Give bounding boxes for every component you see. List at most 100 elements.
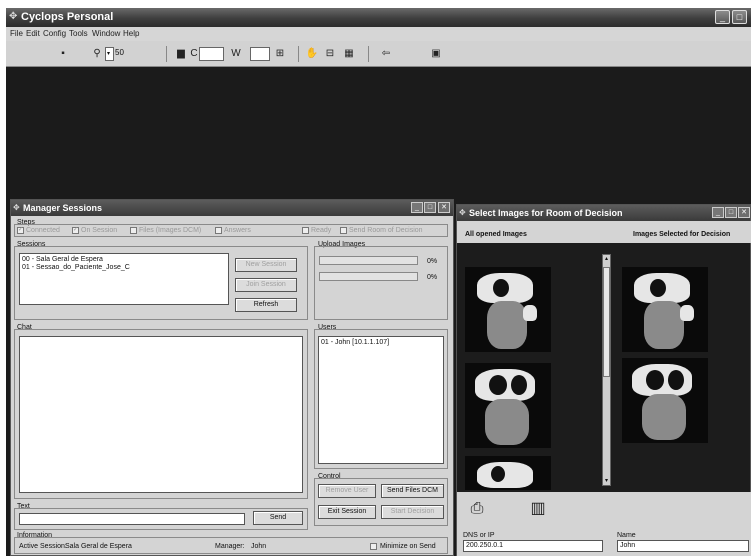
list-item[interactable]: 01 - John [10.1.1.107]: [321, 339, 389, 347]
refresh-button[interactable]: Refresh: [235, 298, 297, 312]
step-send-room: Send Room of Decision: [349, 227, 423, 234]
maximize-button[interactable]: □: [732, 10, 747, 24]
manager-name: John: [251, 543, 267, 550]
desktop-frame: ✥ Cyclops Personal _ □ File Edit Config …: [6, 8, 751, 556]
sessions-list[interactable]: 00 - Sala Geral de Espera 01 - Sessao_do…: [19, 253, 229, 305]
layout-icon[interactable]: ⊟: [322, 46, 338, 61]
opened-image-thumbnail[interactable]: [465, 363, 551, 448]
step-checkbox: [340, 227, 347, 234]
upload-percent: 0%: [427, 274, 438, 281]
menu-file[interactable]: File: [10, 29, 23, 39]
manager-label: Manager:: [215, 543, 245, 550]
users-list[interactable]: 01 - John [10.1.1.107]: [318, 336, 444, 464]
save-icon[interactable]: ▪: [56, 46, 70, 61]
toolbar-separator: [298, 46, 299, 62]
step-files: Files (Images DCM): [139, 227, 202, 234]
all-images-label: All opened Images: [465, 231, 527, 238]
active-session-value: Sala Geral de Espera: [65, 543, 132, 550]
select-title: Select Images for Room of Decision: [469, 208, 623, 218]
manager-title-bar: ✥ Manager Sessions _ □ ✕: [11, 200, 453, 216]
upload-progress-bar: [319, 272, 418, 281]
chat-area[interactable]: [19, 336, 303, 493]
toolbar-separator: [368, 46, 369, 62]
step-checkbox: ✓: [17, 227, 24, 234]
menu-config[interactable]: Config: [43, 29, 66, 39]
contrast-icon[interactable]: ▆: [174, 46, 188, 61]
send-button[interactable]: Send: [253, 511, 303, 525]
network-icon[interactable]: ▥: [527, 498, 549, 520]
zoom-value[interactable]: 50: [114, 47, 134, 61]
toolbar: ▪ ⚲ ▾ 50 ▆ C W ⊞ ✋ ⊟ ▦ ⇦ ▣: [6, 41, 751, 67]
upload-progress-bar: [319, 256, 418, 265]
message-input[interactable]: [19, 513, 245, 525]
images-scrollbar[interactable]: ▴ ▾: [602, 254, 611, 486]
step-checkbox: [215, 227, 222, 234]
image-icon[interactable]: ▣: [429, 46, 443, 61]
maximize-button[interactable]: □: [424, 202, 436, 213]
remove-user-button[interactable]: Remove User: [318, 484, 376, 498]
active-session-label: Active Session:: [19, 543, 67, 550]
minimize-button[interactable]: _: [715, 10, 730, 24]
select-title-bar: ✥ Select Images for Room of Decision _ □…: [457, 205, 750, 221]
back-icon[interactable]: ⇦: [379, 46, 393, 61]
close-button[interactable]: ✕: [438, 202, 450, 213]
step-checkbox: ✓: [72, 227, 79, 234]
selected-image-thumbnail[interactable]: [622, 358, 708, 443]
opened-image-thumbnail[interactable]: [465, 267, 551, 352]
menu-tools[interactable]: Tools: [69, 29, 88, 39]
send-images-icon[interactable]: ⎙: [466, 498, 488, 520]
w-input[interactable]: [250, 47, 270, 61]
scroll-down-icon[interactable]: ▾: [603, 477, 610, 485]
zoom-icon[interactable]: ⚲: [90, 46, 104, 61]
name-input[interactable]: John: [617, 540, 749, 552]
window-icon: ✥: [13, 203, 20, 212]
minimize-on-send-checkbox[interactable]: [370, 543, 377, 550]
opened-image-thumbnail[interactable]: [465, 456, 551, 490]
window-icon[interactable]: ▦: [342, 46, 356, 61]
send-files-dcm-button[interactable]: Send Files DCM: [381, 484, 444, 498]
select-images-window: ✥ Select Images for Room of Decision _ □…: [456, 204, 751, 556]
c-label: C: [190, 48, 198, 59]
menu-bar: File Edit Config Tools Window Help: [6, 27, 751, 41]
grid-icon[interactable]: ⊞: [273, 46, 287, 61]
selected-images-label: Images Selected for Decision: [633, 231, 731, 238]
menu-edit[interactable]: Edit: [26, 29, 40, 39]
upload-percent: 0%: [427, 258, 438, 265]
menu-window[interactable]: Window: [92, 29, 120, 39]
w-label: W: [231, 48, 241, 59]
window-icon: ✥: [459, 208, 466, 217]
pan-icon[interactable]: ✋: [305, 46, 319, 61]
step-connected: Connected: [26, 227, 60, 234]
join-session-button[interactable]: Join Session: [235, 278, 297, 292]
scroll-up-icon[interactable]: ▴: [603, 255, 610, 263]
zoom-dropdown-icon[interactable]: ▾: [105, 47, 114, 61]
maximize-button[interactable]: □: [725, 207, 737, 218]
minimize-button[interactable]: _: [712, 207, 724, 218]
app-title: Cyclops Personal: [21, 11, 114, 23]
new-session-button[interactable]: New Session: [235, 258, 297, 272]
list-item[interactable]: 00 - Sala Geral de Espera: [22, 256, 103, 264]
manager-title: Manager Sessions: [23, 203, 103, 213]
exit-session-button[interactable]: Exit Session: [318, 505, 376, 519]
scroll-thumb[interactable]: [603, 267, 610, 377]
step-on-session: On Session: [81, 227, 118, 234]
start-decision-button[interactable]: Start Decision: [381, 505, 444, 519]
list-item[interactable]: 01 - Sessao_do_Paciente_Jose_C: [22, 264, 130, 272]
app-icon: ✥: [9, 11, 18, 22]
dns-label: DNS or IP: [463, 532, 495, 539]
main-title-bar: ✥ Cyclops Personal _ □: [6, 8, 751, 27]
dns-input[interactable]: 200.250.0.1: [463, 540, 603, 552]
manager-sessions-window: ✥ Manager Sessions _ □ ✕ Steps ✓ Connect…: [10, 199, 454, 556]
toolbar-separator: [166, 46, 167, 62]
c-input[interactable]: [199, 47, 224, 61]
close-button[interactable]: ✕: [738, 207, 750, 218]
menu-help[interactable]: Help: [123, 29, 139, 39]
name-label: Name: [617, 532, 636, 539]
step-checkbox: [302, 227, 309, 234]
minimize-button[interactable]: _: [411, 202, 423, 213]
step-ready: Ready: [311, 227, 332, 234]
step-answers: Answers: [224, 227, 251, 234]
selected-image-thumbnail[interactable]: [622, 267, 708, 352]
minimize-on-send-label: Minimize on Send: [380, 543, 436, 550]
step-checkbox: [130, 227, 137, 234]
